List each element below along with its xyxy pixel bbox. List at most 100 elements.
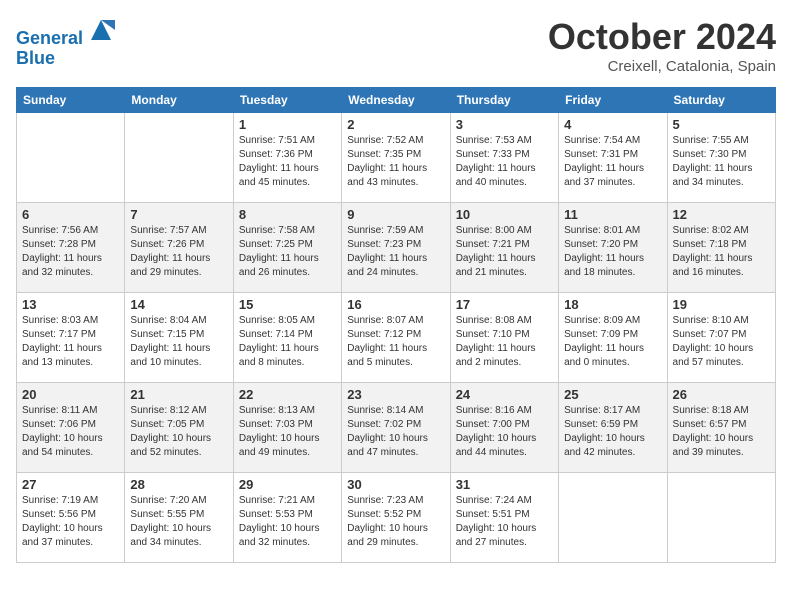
calendar-cell: 18Sunrise: 8:09 AM Sunset: 7:09 PM Dayli… [559,293,667,383]
calendar-cell: 9 Sunrise: 7:59 AM Sunset: 7:23 PM Daylig… [342,203,450,293]
day-info: Sunrise: 8:10 AM Sunset: 7:07 PM Dayligh… [673,314,770,370]
day-number: 11 [564,207,661,222]
day-number: 14 [130,297,227,312]
day-number: 19 [673,297,770,312]
day-info: Sunrise: 8:08 AM Sunset: 7:10 PM Dayligh… [456,314,553,370]
calendar-cell [667,473,775,563]
calendar-cell: 10 Sunrise: 8:00 AM Sunset: 7:21 PM Dayli… [450,203,558,293]
day-info: Sunrise: 8:12 AM Sunset: 7:05 PM Dayligh… [130,404,227,460]
calendar-cell: 29Sunrise: 7:21 AM Sunset: 5:53 PM Dayli… [233,473,341,563]
day-header: Saturday [667,88,775,113]
day-info: Sunrise: 7:53 AM Sunset: 7:33 PM Dayligh… [456,134,553,190]
day-info: Sunrise: 7:52 AM Sunset: 7:35 PM Dayligh… [347,134,444,190]
calendar-cell: 8Sunrise: 7:58 AM Sunset: 7:25 PM Daylig… [233,203,341,293]
logo-general: General [16,28,83,48]
day-number: 6 [22,207,119,222]
month-title: October 2024 [548,16,776,58]
calendar-cell: 31 Sunrise: 7:24 AM Sunset: 5:51 PM Dayli… [450,473,558,563]
day-info: Sunrise: 7:54 AM Sunset: 7:31 PM Dayligh… [564,134,661,190]
logo-text: General [16,16,115,49]
day-number: 4 [564,117,661,132]
day-number: 12 [673,207,770,222]
calendar-cell: 21 Sunrise: 8:12 AM Sunset: 7:05 PM Dayli… [125,383,233,473]
logo-blue: Blue [16,49,115,69]
calendar-cell: 26 Sunrise: 8:18 AM Sunset: 6:57 PM Dayli… [667,383,775,473]
day-info: Sunrise: 8:03 AM Sunset: 7:17 PM Dayligh… [22,314,119,370]
day-info: Sunrise: 7:59 AM Sunset: 7:23 PM Dayligh… [347,224,444,280]
day-number: 23 [347,387,444,402]
day-number: 26 [673,387,770,402]
day-info: Sunrise: 8:07 AM Sunset: 7:12 PM Dayligh… [347,314,444,370]
calendar-cell: 11 Sunrise: 8:01 AM Sunset: 7:20 PM Dayli… [559,203,667,293]
day-number: 27 [22,477,119,492]
calendar-body: 1 Sunrise: 7:51 AM Sunset: 7:36 PM Daylig… [17,113,776,563]
day-number: 5 [673,117,770,132]
day-info: Sunrise: 7:24 AM Sunset: 5:51 PM Dayligh… [456,494,553,550]
day-number: 16 [347,297,444,312]
calendar-week-row: 27 Sunrise: 7:19 AM Sunset: 5:56 PM Dayli… [17,473,776,563]
day-number: 1 [239,117,336,132]
day-header: Wednesday [342,88,450,113]
day-info: Sunrise: 8:11 AM Sunset: 7:06 PM Dayligh… [22,404,119,460]
day-info: Sunrise: 8:01 AM Sunset: 7:20 PM Dayligh… [564,224,661,280]
calendar-week-row: 6 Sunrise: 7:56 AM Sunset: 7:28 PM Daylig… [17,203,776,293]
day-number: 2 [347,117,444,132]
day-info: Sunrise: 8:18 AM Sunset: 6:57 PM Dayligh… [673,404,770,460]
day-info: Sunrise: 7:23 AM Sunset: 5:52 PM Dayligh… [347,494,444,550]
calendar-cell [17,113,125,203]
calendar-cell [559,473,667,563]
day-info: Sunrise: 7:20 AM Sunset: 5:55 PM Dayligh… [130,494,227,550]
day-number: 17 [456,297,553,312]
calendar-table: SundayMondayTuesdayWednesdayThursdayFrid… [16,87,776,563]
day-info: Sunrise: 7:55 AM Sunset: 7:30 PM Dayligh… [673,134,770,190]
day-number: 22 [239,387,336,402]
calendar-week-row: 1 Sunrise: 7:51 AM Sunset: 7:36 PM Daylig… [17,113,776,203]
day-info: Sunrise: 7:51 AM Sunset: 7:36 PM Dayligh… [239,134,336,190]
day-number: 7 [130,207,227,222]
calendar-week-row: 13 Sunrise: 8:03 AM Sunset: 7:17 PM Dayli… [17,293,776,383]
calendar-week-row: 20 Sunrise: 8:11 AM Sunset: 7:06 PM Dayli… [17,383,776,473]
day-header: Sunday [17,88,125,113]
day-info: Sunrise: 8:02 AM Sunset: 7:18 PM Dayligh… [673,224,770,280]
day-info: Sunrise: 8:16 AM Sunset: 7:00 PM Dayligh… [456,404,553,460]
day-number: 28 [130,477,227,492]
calendar-cell: 2 Sunrise: 7:52 AM Sunset: 7:35 PM Daylig… [342,113,450,203]
calendar-cell: 16 Sunrise: 8:07 AM Sunset: 7:12 PM Dayli… [342,293,450,383]
day-number: 24 [456,387,553,402]
day-number: 13 [22,297,119,312]
day-number: 3 [456,117,553,132]
day-number: 31 [456,477,553,492]
day-header: Friday [559,88,667,113]
location: Creixell, Catalonia, Spain [548,58,776,75]
day-info: Sunrise: 8:00 AM Sunset: 7:21 PM Dayligh… [456,224,553,280]
calendar-cell: 25Sunrise: 8:17 AM Sunset: 6:59 PM Dayli… [559,383,667,473]
day-info: Sunrise: 7:58 AM Sunset: 7:25 PM Dayligh… [239,224,336,280]
calendar-cell: 28 Sunrise: 7:20 AM Sunset: 5:55 PM Dayli… [125,473,233,563]
day-info: Sunrise: 7:19 AM Sunset: 5:56 PM Dayligh… [22,494,119,550]
calendar-cell: 6 Sunrise: 7:56 AM Sunset: 7:28 PM Daylig… [17,203,125,293]
day-number: 10 [456,207,553,222]
day-number: 29 [239,477,336,492]
day-info: Sunrise: 7:57 AM Sunset: 7:26 PM Dayligh… [130,224,227,280]
logo: General Blue [16,16,115,69]
day-header: Thursday [450,88,558,113]
calendar-cell: 22Sunrise: 8:13 AM Sunset: 7:03 PM Dayli… [233,383,341,473]
title-block: October 2024 Creixell, Catalonia, Spain [548,16,776,75]
calendar-header-row: SundayMondayTuesdayWednesdayThursdayFrid… [17,88,776,113]
calendar-cell: 27 Sunrise: 7:19 AM Sunset: 5:56 PM Dayli… [17,473,125,563]
day-number: 9 [347,207,444,222]
page-header: General Blue October 2024 Creixell, Cata… [16,16,776,75]
calendar-cell [125,113,233,203]
day-number: 18 [564,297,661,312]
day-info: Sunrise: 7:56 AM Sunset: 7:28 PM Dayligh… [22,224,119,280]
calendar-cell: 3 Sunrise: 7:53 AM Sunset: 7:33 PM Daylig… [450,113,558,203]
calendar-cell: 1 Sunrise: 7:51 AM Sunset: 7:36 PM Daylig… [233,113,341,203]
day-number: 21 [130,387,227,402]
calendar-cell: 14Sunrise: 8:04 AM Sunset: 7:15 PM Dayli… [125,293,233,383]
calendar-cell: 23Sunrise: 8:14 AM Sunset: 7:02 PM Dayli… [342,383,450,473]
calendar-cell: 24 Sunrise: 8:16 AM Sunset: 7:00 PM Dayli… [450,383,558,473]
calendar-cell: 19 Sunrise: 8:10 AM Sunset: 7:07 PM Dayli… [667,293,775,383]
calendar-cell: 20 Sunrise: 8:11 AM Sunset: 7:06 PM Dayli… [17,383,125,473]
day-number: 20 [22,387,119,402]
day-number: 15 [239,297,336,312]
